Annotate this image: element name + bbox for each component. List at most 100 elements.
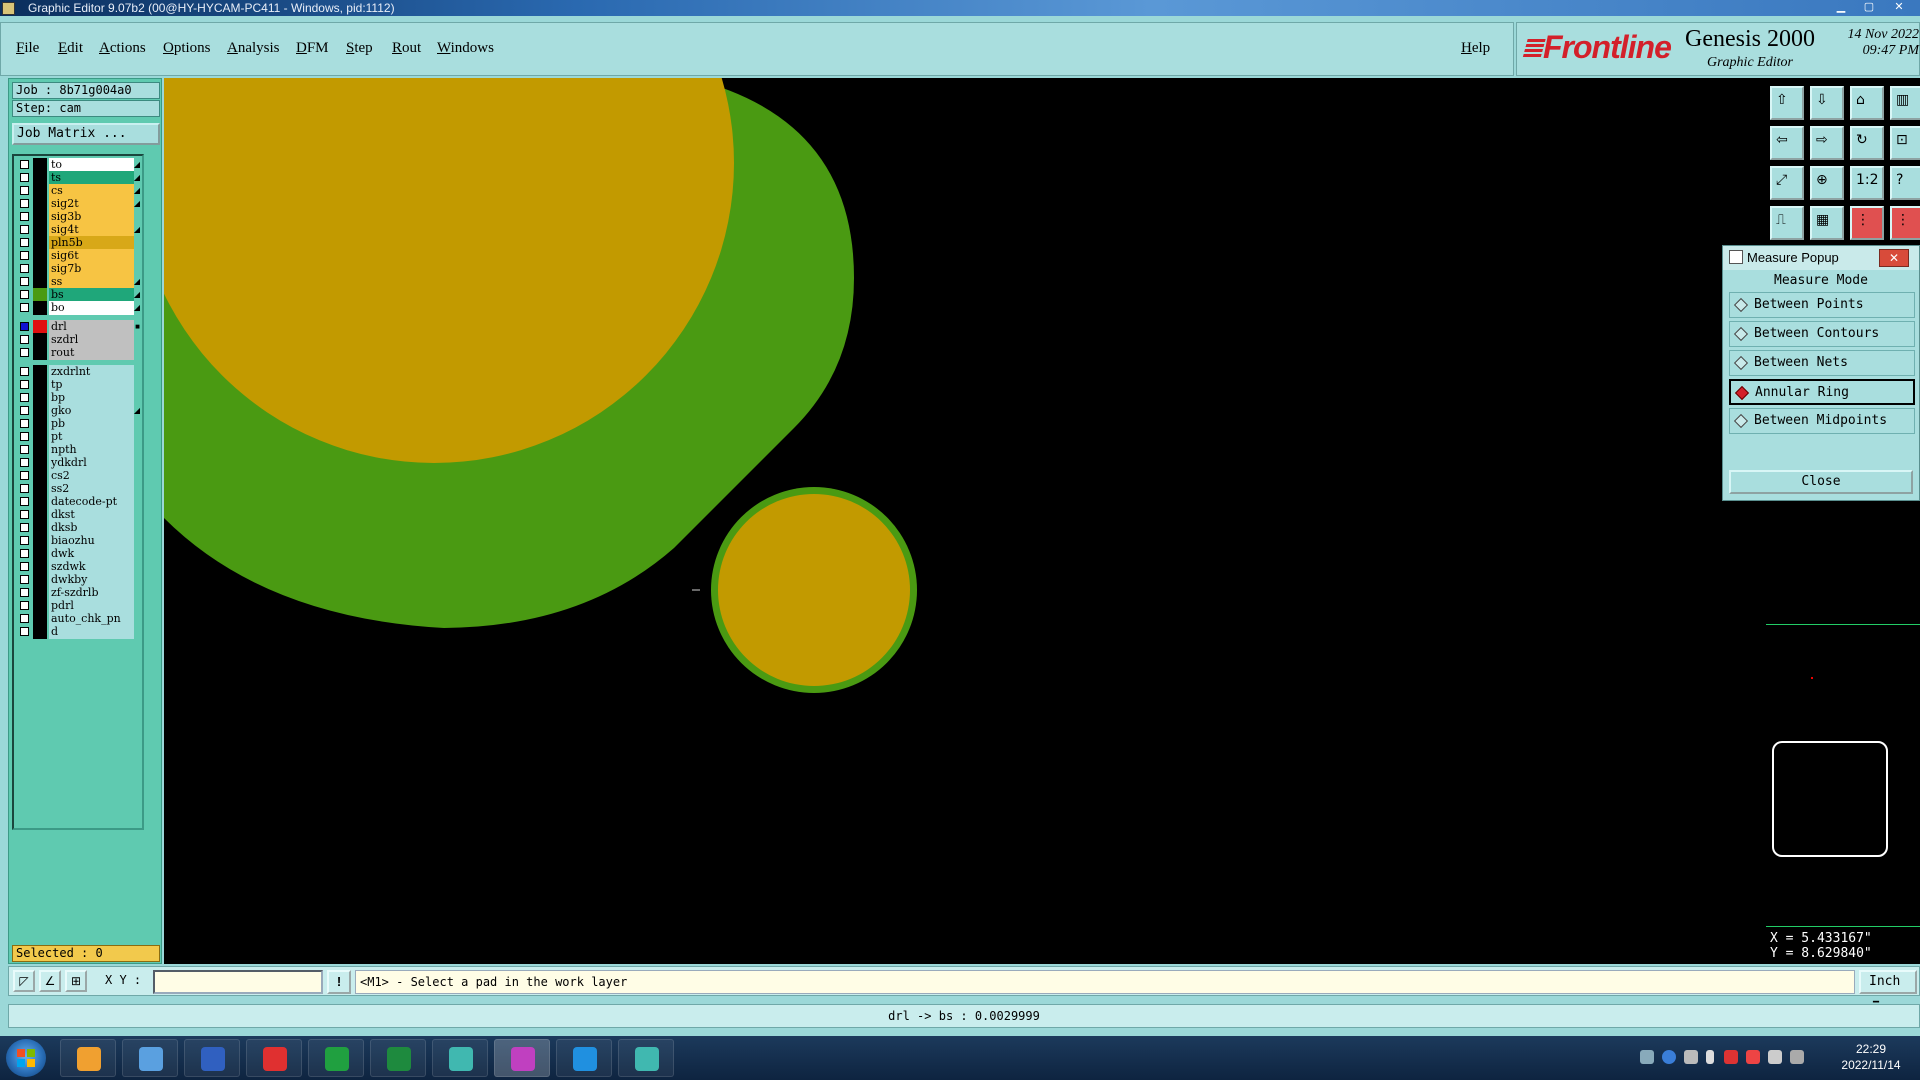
layer-color-swatch[interactable] <box>33 333 47 347</box>
angle-mode-icon[interactable]: ∠ <box>39 970 61 992</box>
layer-row-sig7b[interactable]: sig7b <box>16 262 142 276</box>
layer-checkbox[interactable] <box>20 225 29 234</box>
overview-map[interactable] <box>1766 624 1920 865</box>
layer-row-ss[interactable]: ss ◢ <box>16 275 142 289</box>
snap-icon[interactable]: ⊡ <box>1890 126 1920 160</box>
layer-name[interactable]: sig2t <box>49 197 134 211</box>
menu-windows[interactable]: Windows <box>437 40 494 57</box>
zoom-out-icon[interactable]: ⇩ <box>1810 86 1844 120</box>
layer-row-cs2[interactable]: cs2 <box>16 469 142 483</box>
layer-color-swatch[interactable] <box>33 430 47 444</box>
layer-row-dwkby[interactable]: dwkby <box>16 573 142 587</box>
layer-name[interactable]: sig3b <box>49 210 134 224</box>
zoom-home-icon[interactable]: ⇧ <box>1770 86 1804 120</box>
layer-checkbox[interactable] <box>20 322 29 331</box>
layer-row-pb[interactable]: pb <box>16 417 142 431</box>
layer-row-ydkdrl[interactable]: ydkdrl <box>16 456 142 470</box>
red-swirl-app-icon[interactable] <box>246 1039 302 1077</box>
grid-icon[interactable]: ▦ <box>1810 206 1844 240</box>
layer-row-dksb[interactable]: dksb <box>16 521 142 535</box>
layer-color-swatch[interactable] <box>33 404 47 418</box>
measure-option-between-nets[interactable]: Between Nets <box>1729 350 1915 376</box>
menu-analysis[interactable]: Analysis <box>227 40 280 57</box>
menu-file[interactable]: File <box>16 40 39 57</box>
layer-color-swatch[interactable] <box>33 456 47 470</box>
layer-color-swatch[interactable] <box>33 223 47 237</box>
layer-color-swatch[interactable] <box>33 443 47 457</box>
layer-row-szdwk[interactable]: szdwk <box>16 560 142 574</box>
layer-row-szdrl[interactable]: szdrl <box>16 333 142 347</box>
layer-row-sig3b[interactable]: sig3b <box>16 210 142 224</box>
layer-checkbox[interactable] <box>20 199 29 208</box>
layer-name[interactable]: pdrl <box>49 599 134 613</box>
layer-color-swatch[interactable] <box>33 599 47 613</box>
layer-checkbox[interactable] <box>20 432 29 441</box>
menu-options[interactable]: Options <box>163 40 211 57</box>
system-clock[interactable]: 22:29 2022/11/14 <box>1826 1041 1916 1073</box>
measure-option-between-points[interactable]: Between Points <box>1729 292 1915 318</box>
layer-color-swatch[interactable] <box>33 288 47 302</box>
layer-name[interactable]: dkst <box>49 508 134 522</box>
close-icon[interactable]: ✕ <box>1886 1 1912 14</box>
layer-row-datecode-pt[interactable]: datecode-pt <box>16 495 142 509</box>
help-tray-icon[interactable] <box>1662 1050 1676 1064</box>
layer-color-swatch[interactable] <box>33 495 47 509</box>
layer-row-sig2t[interactable]: sig2t ◢ <box>16 197 142 211</box>
layer-row-pdrl[interactable]: pdrl <box>16 599 142 613</box>
layer-checkbox[interactable] <box>20 601 29 610</box>
minimize-icon[interactable]: ▁ <box>1828 1 1854 14</box>
layer-color-swatch[interactable] <box>33 365 47 379</box>
layer-color-swatch[interactable] <box>33 275 47 289</box>
layer-name[interactable]: drl <box>49 320 134 334</box>
arrow-app-icon[interactable] <box>556 1039 612 1077</box>
grid-snap-icon[interactable]: ⊞ <box>65 970 87 992</box>
layer-name[interactable]: pln5b <box>49 236 134 250</box>
layer-name[interactable]: rout <box>49 346 134 360</box>
layer-checkbox[interactable] <box>20 251 29 260</box>
units-selector[interactable]: Inch ━ <box>1859 970 1917 1008</box>
job-matrix-button[interactable]: Job Matrix ... <box>12 123 160 145</box>
layer-color-swatch[interactable] <box>33 391 47 405</box>
layer-row-zf-szdrlb[interactable]: zf-szdrlb <box>16 586 142 600</box>
layer-color-swatch[interactable] <box>33 560 47 574</box>
layer-color-swatch[interactable] <box>33 197 47 211</box>
layer-compare-2-icon[interactable]: ⋮ <box>1890 206 1920 240</box>
layer-checkbox[interactable] <box>20 186 29 195</box>
measure-close-button[interactable]: Close <box>1729 470 1913 494</box>
layer-color-swatch[interactable] <box>33 184 47 198</box>
layer-compare-icon[interactable]: ⋮ <box>1850 206 1884 240</box>
layer-checkbox[interactable] <box>20 497 29 506</box>
layer-checkbox[interactable] <box>20 406 29 415</box>
layer-checkbox[interactable] <box>20 348 29 357</box>
layer-row-gko[interactable]: gko ◢ <box>16 404 142 418</box>
layer-checkbox[interactable] <box>20 614 29 623</box>
layer-checkbox[interactable] <box>20 562 29 571</box>
measure-option-between-midpoints[interactable]: Between Midpoints <box>1729 408 1915 434</box>
layer-name[interactable]: bs <box>49 288 134 302</box>
layer-row-biaozhu[interactable]: biaozhu <box>16 534 142 548</box>
green-p-app-icon[interactable] <box>308 1039 364 1077</box>
layer-name[interactable]: dksb <box>49 521 134 535</box>
layer-checkbox[interactable] <box>20 445 29 454</box>
layer-checkbox[interactable] <box>20 484 29 493</box>
layer-name[interactable]: bo <box>49 301 134 315</box>
layer-row-pt[interactable]: pt <box>16 430 142 444</box>
layer-checkbox[interactable] <box>20 419 29 428</box>
layer-color-swatch[interactable] <box>33 262 47 276</box>
layer-checkbox[interactable] <box>20 575 29 584</box>
layer-row-auto_chk_pn[interactable]: auto_chk_pn <box>16 612 142 626</box>
layer-row-sig4t[interactable]: sig4t ◢ <box>16 223 142 237</box>
layer-row-cs[interactable]: cs ◢ <box>16 184 142 198</box>
alert-icon[interactable] <box>1724 1050 1738 1064</box>
excel-icon[interactable] <box>370 1039 426 1077</box>
layer-name[interactable]: tp <box>49 378 134 392</box>
layer-name[interactable]: gko <box>49 404 134 418</box>
layer-color-swatch[interactable] <box>33 158 47 172</box>
snap-mode-icon[interactable]: ◸ <box>13 970 35 992</box>
layer-name[interactable]: to <box>49 158 134 172</box>
measure-option-annular-ring[interactable]: Annular Ring <box>1729 379 1915 405</box>
layer-name[interactable]: sig6t <box>49 249 134 263</box>
flag-icon[interactable] <box>1746 1050 1760 1064</box>
genesis-eye-icon[interactable] <box>432 1039 488 1077</box>
graphics-canvas[interactable] <box>164 78 1766 964</box>
